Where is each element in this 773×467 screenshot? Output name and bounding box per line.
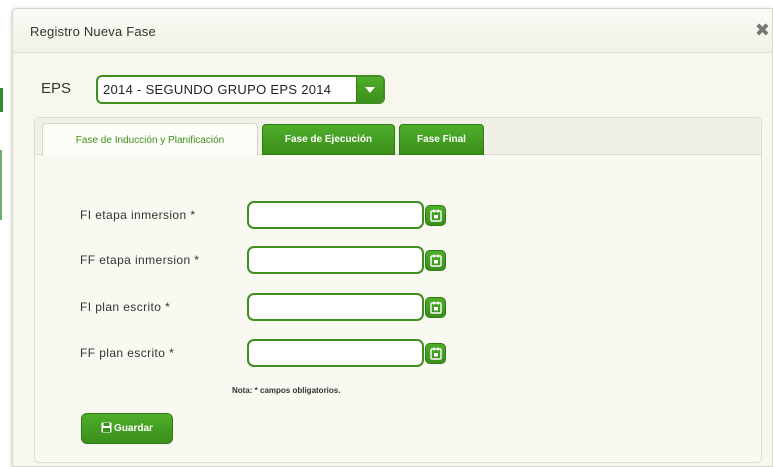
close-icon[interactable]: ✖ <box>755 21 770 39</box>
tab-panel: Fase de Inducción y Planificación Fase d… <box>34 117 762 463</box>
floppy-disk-icon <box>101 422 112 436</box>
calendar-icon[interactable] <box>425 297 446 318</box>
eps-select-value: 2014 - SEGUNDO GRUPO EPS 2014 <box>103 82 332 97</box>
required-fields-note: Nota: * campos obligatorios. <box>232 386 341 395</box>
calendar-icon[interactable] <box>425 343 446 364</box>
dialog-titlebar: Registro Nueva Fase ✖ <box>13 9 772 53</box>
background-accent <box>0 150 2 220</box>
fi-etapa-inmersion-input[interactable] <box>247 201 424 229</box>
fi-plan-escrito-input[interactable] <box>247 293 424 321</box>
tab-fase-final[interactable]: Fase Final <box>399 124 484 155</box>
tab-bar: Fase de Inducción y Planificación Fase d… <box>35 118 761 156</box>
background-accent <box>0 88 3 112</box>
eps-label: EPS <box>41 80 72 97</box>
ff-etapa-inmersion-input[interactable] <box>247 246 424 274</box>
dialog-title: Registro Nueva Fase <box>30 24 156 39</box>
calendar-icon[interactable] <box>425 250 446 271</box>
save-button[interactable]: Guardar <box>81 413 173 444</box>
tab-induccion-planificacion[interactable]: Fase de Inducción y Planificación <box>42 123 258 156</box>
chevron-down-icon[interactable] <box>356 77 383 102</box>
ff-plan-escrito-input[interactable] <box>247 339 424 367</box>
form-row-fi-etapa-inmersion: FI etapa inmersion * <box>35 201 761 231</box>
save-button-label: Guardar <box>114 423 153 434</box>
background-page-strip <box>0 0 12 467</box>
field-label: FF plan escrito * <box>80 346 175 360</box>
calendar-icon[interactable] <box>425 205 446 226</box>
form-row-fi-plan-escrito: FI plan escrito * <box>35 293 761 323</box>
form-row-ff-etapa-inmersion: FF etapa inmersion * <box>35 246 761 276</box>
eps-select[interactable]: 2014 - SEGUNDO GRUPO EPS 2014 <box>96 75 385 104</box>
field-label: FI plan escrito * <box>80 300 171 314</box>
field-label: FF etapa inmersion * <box>80 253 200 267</box>
field-label: FI etapa inmersion * <box>80 208 196 222</box>
new-phase-dialog: Registro Nueva Fase ✖ EPS 2014 - SEGUNDO… <box>12 8 773 467</box>
form-row-ff-plan-escrito: FF plan escrito * <box>35 339 761 369</box>
tab-ejecucion[interactable]: Fase de Ejecución <box>262 124 395 155</box>
